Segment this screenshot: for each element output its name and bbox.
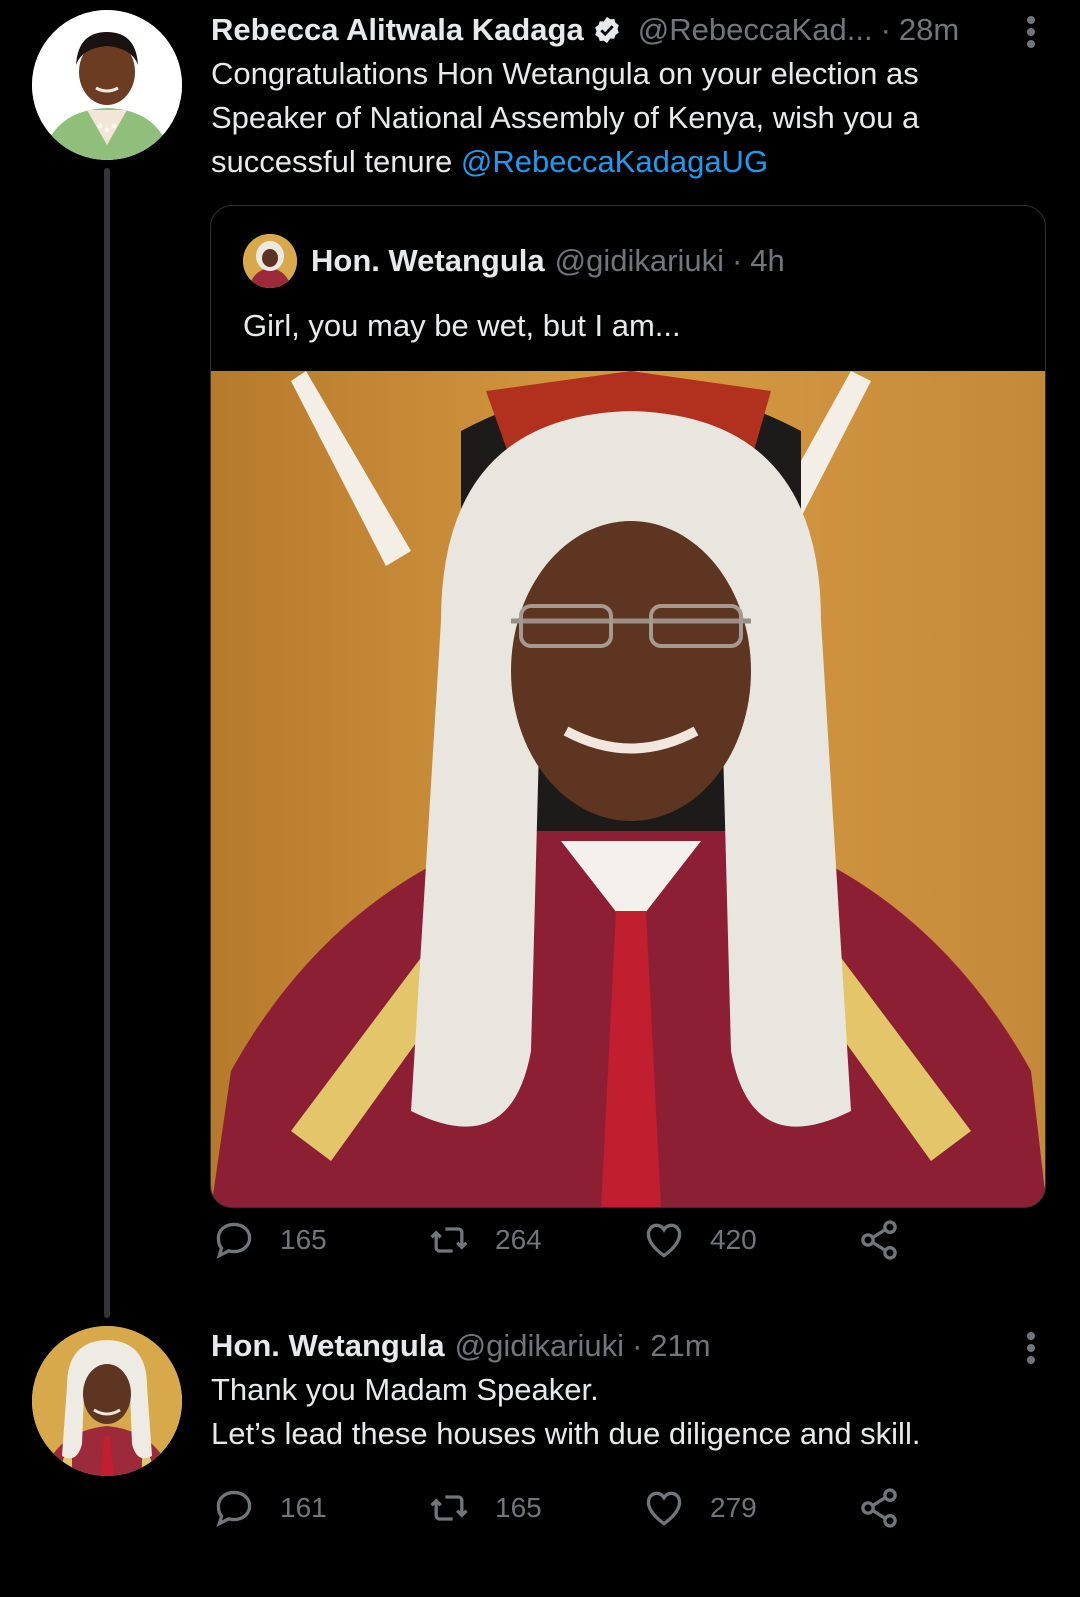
retweet-icon <box>430 1227 468 1253</box>
heart-icon <box>646 1491 682 1526</box>
tweet-text: Thank you Madam Speaker. Let’s lead thes… <box>211 1368 1040 1456</box>
reply-button[interactable]: 165 <box>212 1218 427 1262</box>
quoted-tweet[interactable]: Hon. Wetangula @gidikariuki · 4h Girl, y… <box>210 205 1046 1208</box>
share-icon <box>861 1220 897 1260</box>
retweet-button[interactable]: 165 <box>427 1486 642 1530</box>
retweet-button[interactable]: 264 <box>427 1218 642 1262</box>
tweet-header: Rebecca Alitwala Kadaga @RebeccaKad... ·… <box>211 10 1040 50</box>
user-handle[interactable]: @gidikariuki <box>455 1326 624 1366</box>
like-count: 279 <box>710 1492 757 1523</box>
tweet-actions: 161 165 279 <box>212 1486 1072 1530</box>
reply-button[interactable]: 161 <box>212 1486 427 1530</box>
display-name[interactable]: Hon. Wetangula <box>211 1326 445 1366</box>
retweet-icon <box>430 1495 468 1521</box>
quoted-display-name[interactable]: Hon. Wetangula <box>311 243 545 279</box>
quoted-timestamp[interactable]: 4h <box>750 243 784 279</box>
retweet-count: 264 <box>495 1224 542 1255</box>
quoted-user-handle[interactable]: @gidikariuki <box>555 243 724 279</box>
share-button[interactable] <box>857 1486 1072 1530</box>
reply-count: 165 <box>280 1224 327 1255</box>
display-name[interactable]: Rebecca Alitwala Kadaga <box>211 10 584 50</box>
separator-dot: · <box>631 1328 643 1363</box>
share-button[interactable] <box>857 1218 1072 1262</box>
tweet-text-line-1: Thank you Madam Speaker. <box>211 1372 599 1407</box>
separator-dot: · <box>731 243 743 278</box>
like-count: 420 <box>710 1224 757 1255</box>
tweet-text-line-2: Let’s lead these houses with due diligen… <box>211 1416 921 1451</box>
retweet-count: 165 <box>495 1492 542 1523</box>
more-options-icon[interactable] <box>1022 12 1040 52</box>
verified-badge-icon <box>594 16 619 44</box>
quoted-tweet-header: Hon. Wetangula @gidikariuki · 4h <box>243 234 785 288</box>
avatar-rebecca-kadaga[interactable] <box>32 10 182 160</box>
tweet-wetangula-reply[interactable]: Hon. Wetangula @gidikariuki · 21m Thank … <box>211 1326 1040 1456</box>
like-button[interactable]: 420 <box>642 1218 857 1262</box>
timestamp[interactable]: 28m <box>899 10 959 50</box>
reply-icon <box>216 1222 252 1259</box>
tweet-text: Congratulations Hon Wetangula on your el… <box>211 52 1040 184</box>
quoted-tweet-text: Girl, you may be wet, but I am... <box>243 308 681 343</box>
more-options-icon[interactable] <box>1022 1328 1040 1368</box>
separator-dot: · <box>880 12 891 47</box>
timestamp[interactable]: 21m <box>650 1326 710 1366</box>
avatar-hon-wetangula[interactable] <box>32 1326 182 1476</box>
quoted-tweet-photo[interactable] <box>211 371 1045 1207</box>
tweet-actions: 165 264 420 <box>212 1218 1072 1262</box>
heart-icon <box>646 1223 682 1258</box>
reply-icon <box>216 1490 252 1527</box>
share-icon <box>861 1488 897 1528</box>
quoted-avatar <box>243 234 297 288</box>
user-handle[interactable]: @RebeccaKad... <box>638 10 873 50</box>
reply-count: 161 <box>280 1492 327 1523</box>
tweet-header: Hon. Wetangula @gidikariuki · 21m <box>211 1326 1040 1366</box>
mention-link[interactable]: @RebeccaKadagaUG <box>461 144 768 179</box>
tweet-rebecca[interactable]: Rebecca Alitwala Kadaga @RebeccaKad... ·… <box>211 10 1040 184</box>
thread-connector-line <box>104 168 110 1318</box>
like-button[interactable]: 279 <box>642 1486 857 1530</box>
